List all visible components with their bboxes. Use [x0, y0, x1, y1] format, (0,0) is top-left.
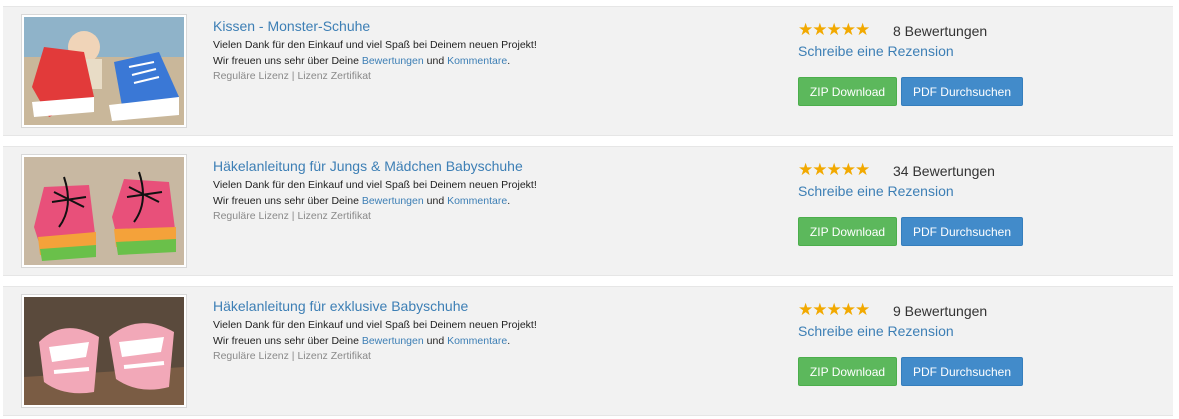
- comments-link[interactable]: Kommentare: [447, 335, 507, 347]
- write-review-link[interactable]: Schreibe eine Rezension: [798, 323, 954, 339]
- zip-download-button[interactable]: ZIP Download: [798, 77, 897, 106]
- thanks-text: Vielen Dank für den Einkauf und viel Spa…: [213, 319, 537, 331]
- license-certificate-link[interactable]: Lizenz Zertifikat: [297, 70, 371, 82]
- product-description: Vielen Dank für den Einkauf und viel Spa…: [213, 318, 537, 349]
- pdf-browse-button[interactable]: PDF Durchsuchen: [901, 217, 1023, 246]
- rating-count: 34 Bewertungen: [893, 163, 995, 179]
- license-links: Reguläre Lizenz | Lizenz Zertifikat: [213, 70, 371, 82]
- feedback-prefix: Wir freuen uns sehr über Deine: [213, 54, 362, 67]
- and-word: und: [423, 334, 448, 347]
- license-certificate-link[interactable]: Lizenz Zertifikat: [297, 350, 371, 362]
- product-title[interactable]: Kissen - Monster-Schuhe: [213, 18, 370, 34]
- license-links: Reguläre Lizenz | Lizenz Zertifikat: [213, 210, 371, 222]
- rating-count: 9 Bewertungen: [893, 303, 988, 319]
- product-thumbnail[interactable]: [21, 154, 187, 268]
- product-title[interactable]: Häkelanleitung für Jungs & Mädchen Babys…: [213, 158, 523, 174]
- rating-stars: ★★★★★: [798, 20, 870, 39]
- license-links: Reguläre Lizenz | Lizenz Zertifikat: [213, 350, 371, 362]
- license-certificate-link[interactable]: Lizenz Zertifikat: [297, 210, 371, 222]
- product-thumbnail[interactable]: [21, 294, 187, 408]
- period: .: [507, 334, 511, 347]
- reviews-link[interactable]: Bewertungen: [362, 55, 424, 67]
- and-word: und: [423, 194, 448, 207]
- product-row-3: Häkelanleitung für exklusive Babyschuhe …: [3, 286, 1173, 416]
- write-review-link[interactable]: Schreibe eine Rezension: [798, 43, 954, 59]
- zip-download-button[interactable]: ZIP Download: [798, 217, 897, 246]
- regular-license-link[interactable]: Reguläre Lizenz: [213, 350, 289, 362]
- pdf-browse-button[interactable]: PDF Durchsuchen: [901, 357, 1023, 386]
- baby-booties-photo: [24, 157, 184, 265]
- product-thumbnail[interactable]: [21, 14, 187, 128]
- feedback-text: Wir freuen uns sehr über Deine Bewertung…: [213, 54, 537, 70]
- rating-stars: ★★★★★: [798, 300, 870, 319]
- period: .: [507, 194, 511, 207]
- thanks-text: Vielen Dank für den Einkauf und viel Spa…: [213, 179, 537, 191]
- comments-link[interactable]: Kommentare: [447, 195, 507, 207]
- rating-stars: ★★★★★: [798, 160, 870, 179]
- crochet-sneakers-photo: [24, 17, 184, 125]
- and-word: und: [423, 54, 448, 67]
- thanks-text: Vielen Dank für den Einkauf und viel Spa…: [213, 39, 537, 51]
- regular-license-link[interactable]: Reguläre Lizenz: [213, 70, 289, 82]
- baby-sandals-photo: [24, 297, 184, 405]
- product-row-2: Häkelanleitung für Jungs & Mädchen Babys…: [3, 146, 1173, 276]
- feedback-text: Wir freuen uns sehr über Deine Bewertung…: [213, 334, 537, 350]
- product-row-1: Kissen - Monster-Schuhe Vielen Dank für …: [3, 6, 1173, 136]
- feedback-prefix: Wir freuen uns sehr über Deine: [213, 194, 362, 207]
- comments-link[interactable]: Kommentare: [447, 55, 507, 67]
- write-review-link[interactable]: Schreibe eine Rezension: [798, 183, 954, 199]
- feedback-prefix: Wir freuen uns sehr über Deine: [213, 334, 362, 347]
- rating-count: 8 Bewertungen: [893, 23, 988, 39]
- product-description: Vielen Dank für den Einkauf und viel Spa…: [213, 178, 537, 209]
- zip-download-button[interactable]: ZIP Download: [798, 357, 897, 386]
- product-title[interactable]: Häkelanleitung für exklusive Babyschuhe: [213, 298, 468, 314]
- period: .: [507, 54, 511, 67]
- feedback-text: Wir freuen uns sehr über Deine Bewertung…: [213, 194, 537, 210]
- regular-license-link[interactable]: Reguläre Lizenz: [213, 210, 289, 222]
- reviews-link[interactable]: Bewertungen: [362, 335, 424, 347]
- pdf-browse-button[interactable]: PDF Durchsuchen: [901, 77, 1023, 106]
- reviews-link[interactable]: Bewertungen: [362, 195, 424, 207]
- product-description: Vielen Dank für den Einkauf und viel Spa…: [213, 38, 537, 69]
